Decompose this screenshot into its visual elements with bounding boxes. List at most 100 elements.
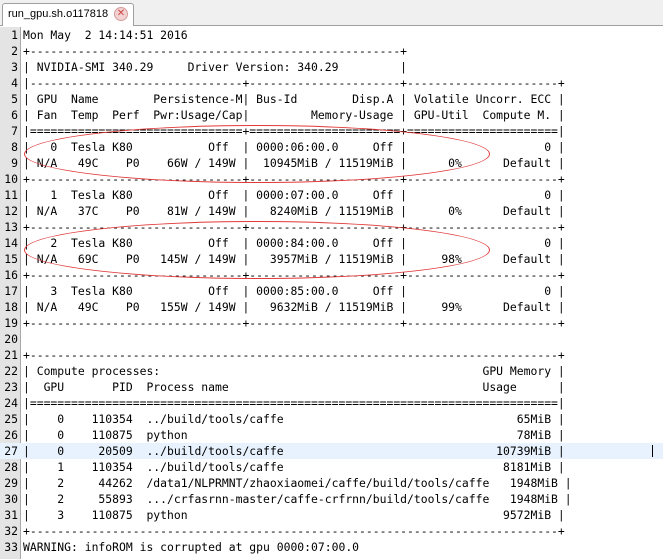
line-number: 1	[11, 28, 18, 42]
line-text: +-------------------------------+-------…	[23, 172, 565, 186]
line-text: | GPU Name Persistence-M| Bus-Id Disp.A …	[23, 92, 565, 106]
line-text: | 0 20509 ../build/tools/caffe 10739MiB …	[23, 444, 565, 458]
editor-line[interactable]: 12 | N/A 37C P0 81W / 149W | 8240MiB / 11…	[0, 203, 663, 219]
line-number: 33	[4, 540, 18, 554]
editor-line[interactable]: 24 |=====================================…	[0, 395, 663, 411]
tab-bar: run_gpu.sh.o117818 ✕	[0, 0, 663, 26]
line-number: 18	[4, 300, 18, 314]
line-text: | GPU PID Process name Usage |	[23, 380, 565, 394]
file-tab[interactable]: run_gpu.sh.o117818 ✕	[2, 3, 134, 26]
line-number: 25	[4, 412, 18, 426]
editor-line[interactable]: 6 | Fan Temp Perf Pwr:Usage/Cap| Memory-U…	[0, 107, 663, 123]
file-tab-label: run_gpu.sh.o117818	[8, 8, 109, 20]
editor-line[interactable]: 26 | 0 110875 python 78MiB |	[0, 427, 663, 443]
line-number: 2	[11, 44, 18, 58]
editor-line[interactable]: 9 | N/A 49C P0 66W / 149W | 10945MiB / 11…	[0, 155, 663, 171]
line-number: 14	[4, 236, 18, 250]
editor-line[interactable]: 7 |===============================+======…	[0, 123, 663, 139]
editor-line[interactable]: 13 +-------------------------------+-----…	[0, 219, 663, 235]
text-editor[interactable]: 1 Mon May 2 14:14:51 2016 2 +--------------…	[0, 27, 663, 559]
line-number: 17	[4, 284, 18, 298]
line-text: +-------------------------------+-------…	[23, 220, 565, 234]
line-number: 31	[4, 508, 18, 522]
editor-line[interactable]: 28 | 1 110354 ../build/tools/caffe 8181Mi…	[0, 459, 663, 475]
editor-line[interactable]: 30 | 2 55893 .../crfasrnn-master/caffe-cr…	[0, 491, 663, 507]
line-number: 22	[4, 364, 18, 378]
line-text: | 3 Tesla K80 Off | 0000:85:00.0 Off | 0…	[23, 284, 565, 298]
editor-line[interactable]: 17 | 3 Tesla K80 Off | 0000:85:00.0 Off |…	[0, 283, 663, 299]
line-number: 32	[4, 524, 18, 538]
line-text: | N/A 49C P0 66W / 149W | 10945MiB / 115…	[23, 156, 565, 170]
line-text: | 0 110875 python 78MiB |	[23, 428, 565, 442]
line-text: | N/A 37C P0 81W / 149W | 8240MiB / 1151…	[23, 204, 565, 218]
editor-line[interactable]: 5 | GPU Name Persistence-M| Bus-Id Disp.A…	[0, 91, 663, 107]
line-text: +-------------------------------+-------…	[23, 268, 565, 282]
line-text: +---------------------------------------…	[23, 44, 408, 58]
editor-line[interactable]: 2 +--------------------------------------…	[0, 43, 663, 59]
editor-line[interactable]: 33 WARNING: infoROM is corrupted at gpu 0…	[0, 539, 663, 555]
line-number: 4	[11, 76, 18, 90]
editor-line[interactable]: 10 +-------------------------------+-----…	[0, 171, 663, 187]
editor-line[interactable]: 21 +-------------------------------------…	[0, 347, 663, 363]
line-text: WARNING: infoROM is corrupted at gpu 000…	[23, 540, 360, 554]
line-text: +---------------------------------------…	[23, 348, 565, 362]
line-number: 13	[4, 220, 18, 234]
editor-lines: 1 Mon May 2 14:14:51 2016 2 +--------------…	[0, 27, 663, 555]
editor-line[interactable]: 27 | 0 20509 ../build/tools/caffe 10739Mi…	[0, 443, 663, 459]
line-number: 5	[11, 92, 18, 106]
line-number: 21	[4, 348, 18, 362]
line-number: 29	[4, 476, 18, 490]
line-number: 9	[11, 156, 18, 170]
line-text: | 2 44262 /data1/NLPRMNT/zhaoxiaomei/caf…	[23, 476, 572, 490]
close-icon[interactable]: ✕	[114, 7, 128, 21]
line-text: | 0 Tesla K80 Off | 0000:06:00.0 Off | 0…	[23, 140, 565, 154]
line-text: | 0 110354 ../build/tools/caffe 65MiB |	[23, 412, 565, 426]
editor-line[interactable]: 4 |-------------------------------+------…	[0, 75, 663, 91]
editor-line[interactable]: 25 | 0 110354 ../build/tools/caffe 65MiB …	[0, 411, 663, 427]
line-text: | Fan Temp Perf Pwr:Usage/Cap| Memory-Us…	[23, 108, 565, 122]
line-number: 15	[4, 252, 18, 266]
line-text: | 3 110875 python 9572MiB |	[23, 508, 565, 522]
line-text: | N/A 49C P0 155W / 149W | 9632MiB / 115…	[23, 300, 565, 314]
editor-line[interactable]: 23 | GPU PID Process name Usage |	[0, 379, 663, 395]
line-text: | NVIDIA-SMI 340.29 Driver Version: 340.…	[23, 60, 408, 74]
editor-line[interactable]: 15 | N/A 69C P0 145W / 149W | 3957MiB / 1…	[0, 251, 663, 267]
editor-line[interactable]: 32 +-------------------------------------…	[0, 523, 663, 539]
line-number: 26	[4, 428, 18, 442]
editor-line[interactable]: 11 | 1 Tesla K80 Off | 0000:07:00.0 Off |…	[0, 187, 663, 203]
line-text: +-------------------------------+-------…	[23, 316, 565, 330]
line-number: 20	[4, 332, 18, 346]
line-number: 12	[4, 204, 18, 218]
line-text: Mon May 2 14:14:51 2016	[23, 28, 188, 42]
line-number: 28	[4, 460, 18, 474]
editor-line[interactable]: 22 | Compute processes: GPU Memory |	[0, 363, 663, 379]
editor-line[interactable]: 18 | N/A 49C P0 155W / 149W | 9632MiB / 1…	[0, 299, 663, 315]
editor-line[interactable]: 29 | 2 44262 /data1/NLPRMNT/zhaoxiaomei/c…	[0, 475, 663, 491]
editor-line[interactable]: 1 Mon May 2 14:14:51 2016	[0, 27, 663, 43]
line-number: 19	[4, 316, 18, 330]
line-text: | 1 110354 ../build/tools/caffe 8181MiB …	[23, 460, 565, 474]
line-number: 3	[11, 60, 18, 74]
editor-line[interactable]: 16 +-------------------------------+-----…	[0, 267, 663, 283]
editor-line[interactable]: 14 | 2 Tesla K80 Off | 0000:84:00.0 Off |…	[0, 235, 663, 251]
line-text: |=======================================…	[23, 396, 565, 410]
editor-line[interactable]: 20	[0, 331, 663, 347]
line-number: 27	[4, 444, 18, 458]
line-number: 6	[11, 108, 18, 122]
editor-line[interactable]: 3 | NVIDIA-SMI 340.29 Driver Version: 340…	[0, 59, 663, 75]
editor-line[interactable]: 19 +-------------------------------+-----…	[0, 315, 663, 331]
line-text: |-------------------------------+-------…	[23, 76, 565, 90]
editor-line[interactable]: 31 | 3 110875 python 9572MiB |	[0, 507, 663, 523]
line-number: 16	[4, 268, 18, 282]
text-caret	[652, 445, 653, 457]
line-text: | 1 Tesla K80 Off | 0000:07:00.0 Off | 0…	[23, 188, 565, 202]
line-text: | N/A 69C P0 145W / 149W | 3957MiB / 115…	[23, 252, 565, 266]
line-number: 23	[4, 380, 18, 394]
line-number: 8	[11, 140, 18, 154]
line-number: 30	[4, 492, 18, 506]
line-text: | 2 Tesla K80 Off | 0000:84:00.0 Off | 0…	[23, 236, 565, 250]
editor-line[interactable]: 8 | 0 Tesla K80 Off | 0000:06:00.0 Off | …	[0, 139, 663, 155]
line-number: 7	[11, 124, 18, 138]
line-text: | 2 55893 .../crfasrnn-master/caffe-crfr…	[23, 492, 572, 506]
line-number: 24	[4, 396, 18, 410]
